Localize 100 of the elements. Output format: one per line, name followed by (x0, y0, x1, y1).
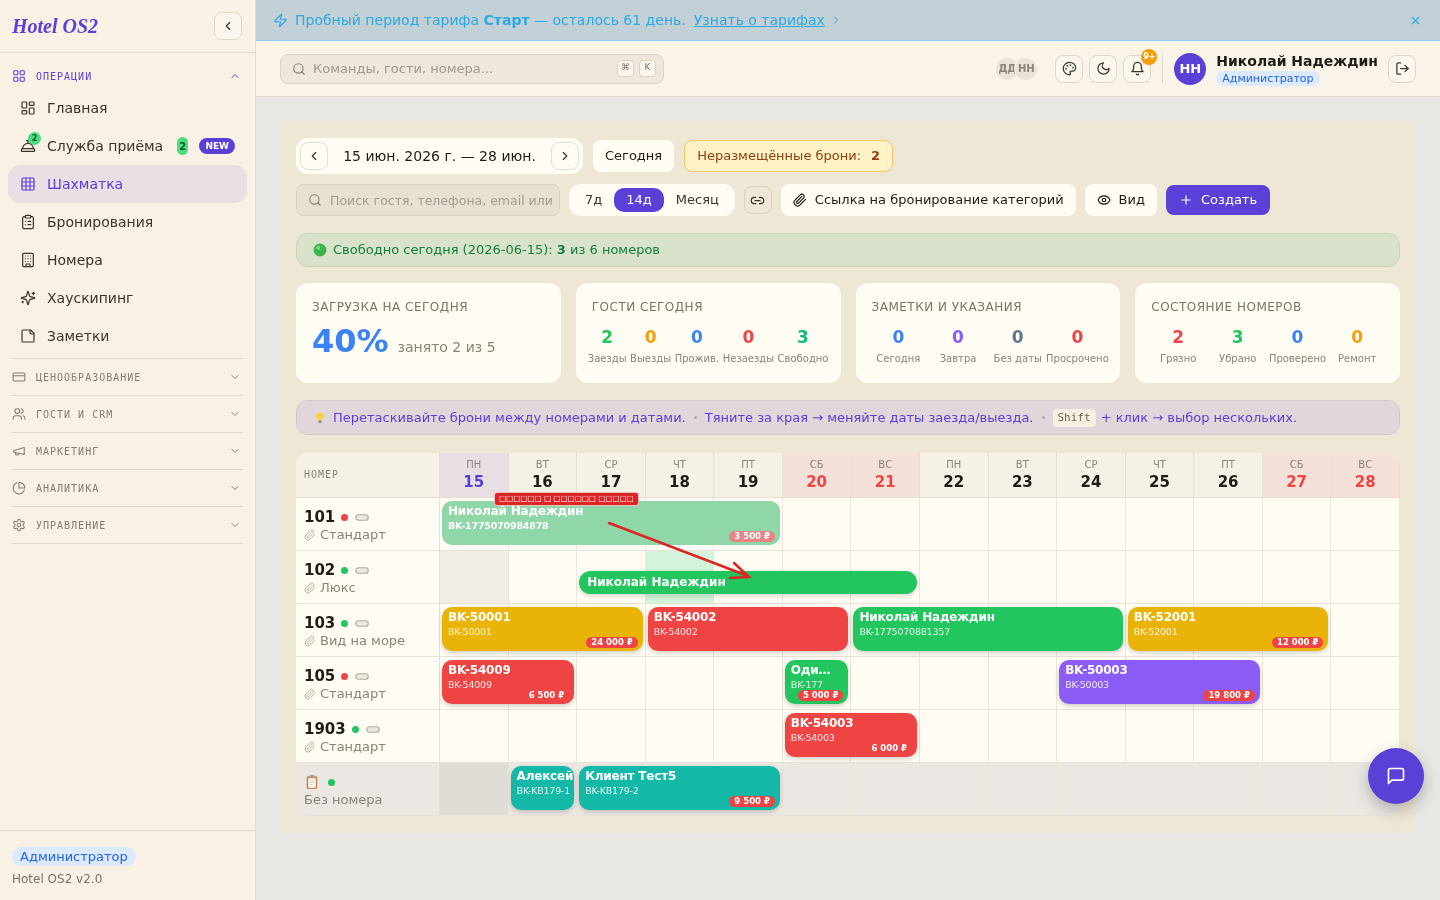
range-tab[interactable]: 7д (573, 188, 615, 212)
room-number: 102 (304, 559, 336, 581)
section-toggle[interactable]: ОПЕРАЦИИ (12, 63, 243, 89)
nav-item[interactable]: 2 Служба приёма 2 NEW (8, 127, 247, 165)
new-tag: NEW (199, 138, 235, 154)
capsule-icon (355, 513, 370, 521)
section-toggle[interactable]: ГОСТИ И CRM (12, 396, 243, 432)
price-badge: 9 500 ₽ (729, 796, 775, 807)
logout-icon (1394, 61, 1410, 76)
dark-mode-button[interactable] (1089, 54, 1118, 83)
today-button[interactable]: Сегодня (593, 140, 675, 172)
bell-icon (1129, 61, 1145, 76)
booking-code: BK-KB179-1 (516, 785, 572, 796)
nav-item[interactable]: Хаускипинг (8, 279, 247, 317)
occupancy-caption: занято 2 из 5 (397, 338, 496, 357)
column-heading: НОМЕР (304, 469, 340, 480)
price-badge: 12 000 ₽ (1272, 637, 1324, 648)
booking-bar[interactable]: Николай Надеждин (579, 571, 917, 594)
day-number: 26 (1217, 473, 1239, 491)
booking-code: BK-50003 (1065, 679, 1110, 690)
logout-button[interactable] (1388, 54, 1416, 83)
booking-title: Николай Надеждин (859, 610, 996, 625)
pie-chart-icon (12, 481, 26, 495)
section-toggle[interactable]: ЦЕНООБРАЗОВАНИЕ (12, 359, 243, 395)
capsule-icon (365, 725, 380, 733)
nav-item[interactable]: Шахматка (8, 165, 247, 203)
eye-icon (1096, 193, 1111, 207)
booking-code: BK-KB179-2 (585, 785, 640, 796)
paperclip-icon (304, 688, 316, 700)
shortcut-key: Shift (1052, 408, 1096, 427)
count-badge: 2 (177, 137, 189, 155)
weekday-label: ВТ (1015, 459, 1029, 471)
stat-label: Просрочено (1046, 353, 1109, 365)
nav-item[interactable]: Номера (8, 241, 247, 279)
booking-code: BK-1775070984878 (448, 520, 550, 531)
booking-bar[interactable]: BK-52001 BK-52001 12 000 ₽ (1127, 607, 1329, 651)
booking-title: Алексей (516, 769, 575, 784)
occupancy-value: 40% (312, 325, 389, 357)
booking-bar[interactable]: BK-54002 BK-54002 (647, 607, 849, 651)
booking-bar[interactable]: BK-54009 BK-54009 6 500 ₽ (442, 660, 575, 704)
booking-bar[interactable]: Алексей BK-KB179-1 (510, 766, 575, 810)
booking-bar[interactable]: Клиент Тест5 BK-KB179-2 9 500 ₽ (579, 766, 780, 810)
stat-value: 3 (797, 327, 809, 347)
booking-title: BK-54009 (448, 663, 512, 678)
theme-palette-button[interactable] (1055, 54, 1084, 83)
weekday-label: СР (604, 459, 618, 471)
stat-label: Без даты (993, 353, 1042, 365)
range-tab[interactable]: Месяц (663, 188, 731, 212)
paperclip-icon (792, 193, 807, 207)
price-badge: 19 800 ₽ (1203, 690, 1255, 701)
stat-value: 0 (742, 327, 755, 347)
section-toggle[interactable]: УПРАВЛЕНИЕ (12, 507, 243, 543)
stat-label: Грязно (1159, 353, 1197, 365)
range-tab[interactable]: 14д (614, 188, 664, 212)
notification-count: 9+ (1141, 48, 1158, 65)
building-icon (20, 252, 36, 268)
booking-bar[interactable]: BK-50003 BK-50003 19 800 ₽ (1059, 660, 1260, 704)
stat-label: Ремонт (1338, 353, 1377, 365)
weekday-label: СБ (1289, 459, 1304, 471)
booking-link-button[interactable]: Ссылка на бронирование категорий (780, 184, 1076, 216)
day-number: 23 (1011, 473, 1033, 491)
stat-value: 0 (691, 327, 703, 347)
stat-label: Прожив. (674, 353, 720, 365)
nav-item[interactable]: Заметки (8, 317, 247, 355)
copy-link-button[interactable] (743, 186, 772, 214)
role-badge: Администратор (1216, 70, 1320, 86)
day-number: 16 (531, 473, 553, 491)
clipboard-icon (304, 774, 320, 790)
day-number: 15 (463, 473, 485, 491)
nav-item[interactable]: Главная (8, 89, 247, 127)
room-number: 101 (304, 506, 336, 528)
section-toggle[interactable]: МАРКЕТИНГ (12, 433, 243, 469)
moon-icon (1095, 61, 1111, 76)
booking-bar[interactable]: BK-54003 BK-54003 6 000 ₽ (784, 713, 917, 757)
unplaced-bookings-button[interactable]: Неразмещённые брони: 2 (684, 140, 894, 172)
create-button[interactable]: Создать (1165, 185, 1271, 215)
booking-bar[interactable]: Николай Надеждин BK-1775070984878 3 500 ₽ (442, 501, 780, 545)
unassigned-label: Без номера (304, 791, 383, 810)
users-icon (12, 407, 26, 421)
availability-text: Свободно сегодня (2026-06-15): 3 из 6 номеров (333, 241, 660, 260)
weekday-label: ВТ (535, 459, 549, 471)
nav-item[interactable]: Бронирования (8, 203, 247, 241)
stat-label: Свободно (777, 353, 829, 365)
weekday-label: ПН (946, 459, 962, 471)
view-button[interactable]: Вид (1084, 184, 1157, 216)
stat-value: 0 (1351, 327, 1364, 347)
paperclip-icon (304, 582, 316, 594)
booking-title: Клиент Тест5 (585, 769, 678, 784)
guest-search-field[interactable]: Поиск гостя, телефона, email или (296, 184, 560, 216)
section-toggle[interactable]: АНАЛИТИКА (12, 470, 243, 506)
settings-icon (12, 518, 26, 532)
booking-title: Оди… (790, 663, 832, 678)
booking-code: BK-52001 (1133, 626, 1179, 637)
booking-bar[interactable]: Николай Надеждин BK-1775070881357 (853, 607, 1123, 651)
stat-value: 0 (1071, 327, 1084, 347)
booking-bar[interactable]: BK-50001 BK-50001 24 000 ₽ (442, 607, 643, 651)
booking-code: BK-177 (790, 679, 824, 690)
booking-bar[interactable]: Оди… BK-177 5 000 ₽ (784, 660, 849, 704)
booking-code: BK-54009 (448, 679, 493, 690)
chat-icon (1386, 766, 1406, 786)
